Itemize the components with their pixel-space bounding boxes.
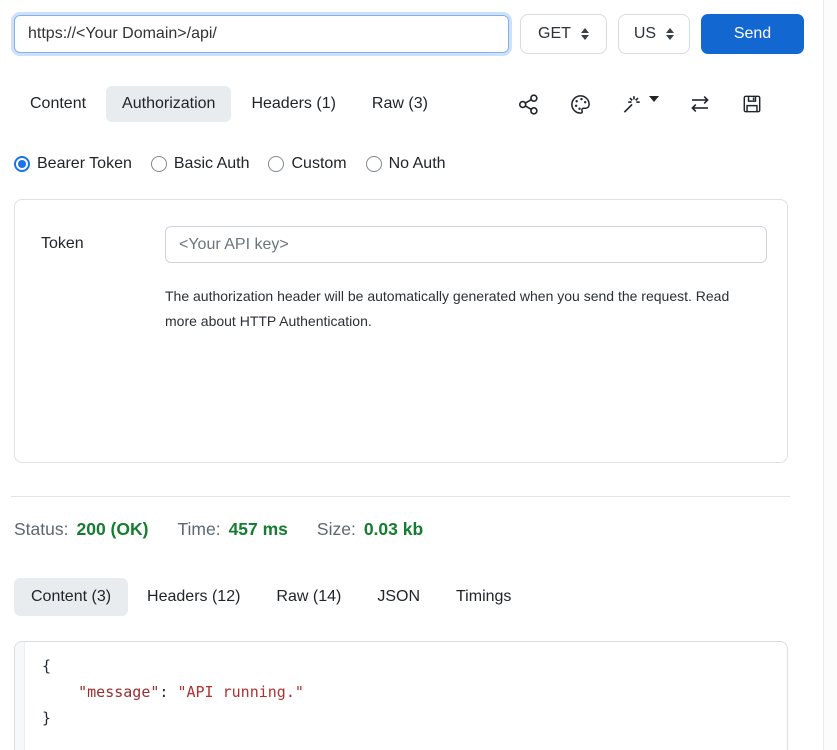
response-body-panel: { "message": "API running." } <box>14 641 788 750</box>
request-tabs: Content Authorization Headers (1) Raw (3… <box>14 86 444 122</box>
tab-response-json[interactable]: JSON <box>360 578 437 616</box>
json-brace-close: } <box>42 709 51 727</box>
tab-response-timings[interactable]: Timings <box>439 578 528 616</box>
tab-response-headers[interactable]: Headers (12) <box>130 578 257 616</box>
radio-no-auth[interactable]: No Auth <box>366 155 446 173</box>
radio-label: No Auth <box>389 155 446 173</box>
code-gutter <box>15 642 25 750</box>
tab-response-raw[interactable]: Raw (14) <box>259 578 358 616</box>
radio-circle-icon[interactable] <box>151 156 167 172</box>
radio-circle-icon[interactable] <box>366 156 382 172</box>
radio-label: Basic Auth <box>174 155 250 173</box>
radio-label: Custom <box>291 155 346 173</box>
region-select[interactable]: US <box>618 14 690 54</box>
tab-content[interactable]: Content <box>14 86 102 122</box>
status-value: 200 (OK) <box>76 519 148 540</box>
api-client-page: GET US Send Content Authorization Header… <box>0 0 837 750</box>
main-content: GET US Send Content Authorization Header… <box>0 0 823 750</box>
response-summary: Status: 200 (OK) Time: 457 ms Size: 0.03… <box>14 519 804 540</box>
share-icon[interactable] <box>517 93 540 116</box>
size-label: Size: <box>317 519 356 540</box>
send-button[interactable]: Send <box>701 14 804 54</box>
request-bar: GET US Send <box>14 14 804 54</box>
select-arrows-icon <box>666 28 674 40</box>
palette-icon[interactable] <box>569 93 592 116</box>
json-string-value: "API running." <box>177 683 303 701</box>
json-indent <box>42 683 78 701</box>
json-brace-open: { <box>42 657 51 675</box>
radio-circle-icon[interactable] <box>268 156 284 172</box>
auth-helper-text: The authorization header will be automat… <box>165 284 759 334</box>
swap-arrows-icon[interactable] <box>688 92 712 116</box>
tab-response-content[interactable]: Content (3) <box>14 578 128 616</box>
request-tabs-row: Content Authorization Headers (1) Raw (3… <box>14 86 804 122</box>
region-select-value: US <box>634 25 656 43</box>
radio-circle-icon[interactable] <box>14 156 30 172</box>
json-key: "message" <box>78 683 159 701</box>
tab-headers[interactable]: Headers (1) <box>235 86 351 122</box>
auth-type-options: Bearer Token Basic Auth Custom No Auth <box>14 155 804 173</box>
json-colon: : <box>159 683 177 701</box>
save-icon[interactable] <box>741 93 763 115</box>
dropdown-caret-icon <box>649 96 659 102</box>
token-input[interactable] <box>165 226 767 263</box>
time-label: Time: <box>177 519 220 540</box>
size-value: 0.03 kb <box>364 519 423 540</box>
authorization-panel: Token The authorization header will be a… <box>14 199 788 463</box>
status-label: Status: <box>14 519 68 540</box>
radio-custom[interactable]: Custom <box>268 155 346 173</box>
select-arrows-icon <box>581 28 589 40</box>
tab-authorization[interactable]: Authorization <box>106 86 231 122</box>
radio-bearer-token[interactable]: Bearer Token <box>14 155 132 173</box>
request-toolbar <box>517 92 804 116</box>
time-value: 457 ms <box>229 519 288 540</box>
response-json-code[interactable]: { "message": "API running." } <box>25 642 787 750</box>
response-tabs: Content (3) Headers (12) Raw (14) JSON T… <box>14 578 804 616</box>
token-label: Token <box>41 226 165 334</box>
magic-wand-dropdown-icon[interactable] <box>621 93 659 116</box>
section-divider <box>11 496 790 497</box>
radio-basic-auth[interactable]: Basic Auth <box>151 155 250 173</box>
method-select-value: GET <box>538 25 571 43</box>
url-input[interactable] <box>14 15 509 53</box>
method-select[interactable]: GET <box>520 14 607 54</box>
radio-label: Bearer Token <box>37 155 132 173</box>
scrollbar-track[interactable] <box>823 0 837 750</box>
tab-raw[interactable]: Raw (3) <box>356 86 444 122</box>
